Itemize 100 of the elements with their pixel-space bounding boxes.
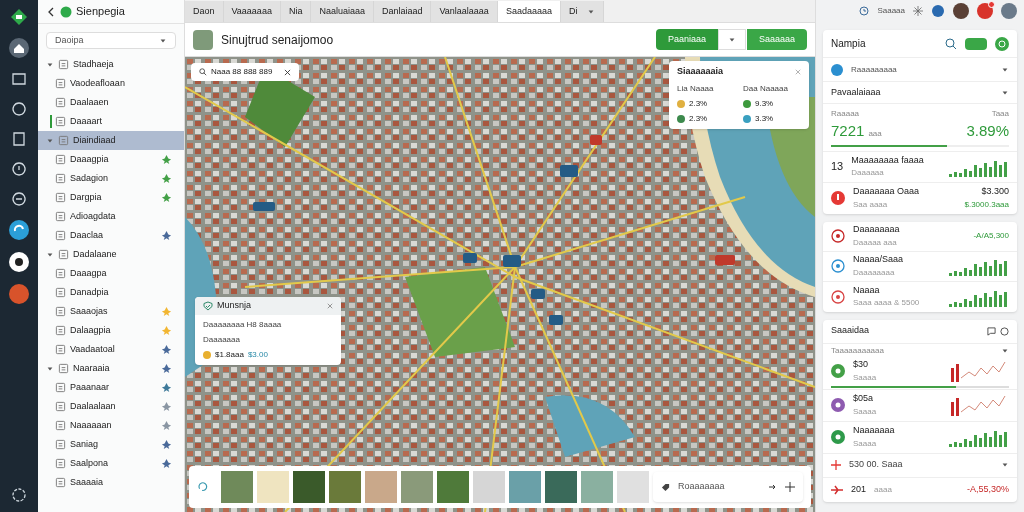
caret-icon[interactable]	[46, 364, 54, 373]
document-icon	[58, 135, 69, 146]
tree-item[interactable]: Daaagpa	[38, 264, 184, 283]
route-field[interactable]: Roaaaaaaa	[653, 472, 803, 502]
tab[interactable]: Vanlaalaaaa	[431, 1, 498, 22]
thumbnail-photo[interactable]	[509, 471, 541, 503]
circle-icon[interactable]	[1000, 326, 1009, 336]
caret-icon[interactable]	[1001, 346, 1009, 355]
avatar[interactable]	[1001, 3, 1017, 19]
caret-icon[interactable]	[159, 36, 167, 45]
nav-icon[interactable]	[10, 70, 28, 88]
search-icon[interactable]	[945, 37, 957, 50]
caret-icon[interactable]	[1001, 461, 1009, 469]
card-title: Nampia	[831, 37, 866, 51]
tree-item[interactable]: Dargpia	[38, 188, 184, 207]
dropdown-button[interactable]	[717, 29, 746, 50]
thumbnail-photo[interactable]	[221, 471, 253, 503]
item-label: Daaaart	[70, 114, 103, 128]
thumbnail-photo[interactable]	[365, 471, 397, 503]
section-header[interactable]: Taaaaaaaaaaa	[823, 343, 1017, 358]
thumbnail-photo[interactable]	[617, 471, 649, 503]
avatar[interactable]	[9, 284, 29, 304]
caret-icon[interactable]	[1001, 88, 1009, 97]
home-icon[interactable]	[9, 38, 29, 58]
tree-item[interactable]: Paaanaar	[38, 378, 184, 397]
thumbnail-photo[interactable]	[329, 471, 361, 503]
tree-item[interactable]: Sadagion	[38, 169, 184, 188]
thumbnail-photo[interactable]	[257, 471, 289, 503]
close-icon[interactable]	[284, 68, 291, 76]
tab[interactable]: Vaaaaaaa	[223, 1, 281, 22]
nav-icon[interactable]	[10, 100, 28, 118]
caret-icon[interactable]	[727, 35, 736, 44]
settings-icon[interactable]	[10, 486, 28, 504]
thumbnail-photo	[193, 29, 213, 50]
add-icon[interactable]	[995, 36, 1009, 51]
list-row[interactable]: Naaaa/Saaa Daaaaaaaa	[823, 251, 1017, 282]
list-row[interactable]: $30 Saaaa	[823, 357, 1017, 390]
row-subtitle: Daaaaaaaa	[853, 266, 896, 279]
clock-icon[interactable]	[859, 6, 870, 16]
thumbnail-photo[interactable]	[437, 471, 469, 503]
list-row[interactable]: Naaaaaaa Saaaa	[823, 421, 1017, 454]
search-field[interactable]: Naaa 88 888 889	[191, 63, 299, 81]
caret-icon[interactable]	[586, 7, 595, 16]
tree-group-row[interactable]: Naaraaia	[38, 359, 184, 378]
dropdown-field[interactable]: Daoipa	[46, 32, 176, 49]
tree-item[interactable]: Vaodeafloaan	[38, 74, 184, 93]
plus-icon[interactable]	[785, 482, 795, 492]
list-row[interactable]: 530 00. Saaa	[823, 453, 1017, 478]
tree-item[interactable]: Daaclaa	[38, 226, 184, 245]
nav-icon[interactable]	[10, 160, 28, 178]
tab[interactable]: Nia	[280, 1, 312, 22]
back-icon[interactable]	[46, 6, 56, 17]
tree-item[interactable]: Saniag	[38, 435, 184, 454]
tab[interactable]: Naaluaiaaa	[311, 1, 374, 22]
tab[interactable]: Di	[560, 1, 604, 22]
thumbnail-photo[interactable]	[401, 471, 433, 503]
tree-item[interactable]: Naaaaaan	[38, 416, 184, 435]
tree-item[interactable]: Daaaart	[38, 112, 184, 131]
caret-icon[interactable]	[46, 250, 54, 259]
tree-item[interactable]: Adioagdata	[38, 207, 184, 226]
tree-item[interactable]: Saaaaia	[38, 473, 184, 492]
list-row[interactable]: $05a Saaaa	[823, 389, 1017, 422]
tree-item[interactable]: Saaaojas	[38, 302, 184, 321]
avatar[interactable]	[953, 3, 969, 19]
tree-item[interactable]: Danadpia	[38, 283, 184, 302]
avatar[interactable]	[977, 3, 993, 19]
caret-icon[interactable]	[46, 60, 54, 69]
arrow-icon[interactable]	[769, 484, 777, 490]
section-header[interactable]: Pavaalaiaaa	[823, 82, 1017, 104]
toggle-button[interactable]	[965, 37, 987, 50]
list-row[interactable]: Naaaa Saaa aaaa & 5500	[823, 281, 1017, 312]
list-row[interactable]: Daaaaaaaa Daaaaa aaa -A/A5,300	[823, 221, 1017, 252]
caret-icon[interactable]	[46, 136, 54, 145]
thumbnail-photo[interactable]	[545, 471, 577, 503]
primary-button[interactable]: Paaniaaa	[655, 29, 718, 50]
tab[interactable]: Danlaiaad	[373, 1, 432, 22]
tree-item[interactable]: Daalaalaan	[38, 397, 184, 416]
tab[interactable]: Daon	[185, 1, 224, 22]
tab[interactable]: Saadaaaaa	[497, 1, 561, 22]
tree-group-row[interactable]: Dadalaane	[38, 245, 184, 264]
sparkle-icon[interactable]	[913, 6, 923, 16]
tree-item[interactable]: Daalaaen	[38, 93, 184, 112]
row-title: Maaaaaaaa faaaa	[851, 153, 924, 167]
caret-icon[interactable]	[1001, 65, 1009, 74]
tree-item[interactable]: Vaadaatoal	[38, 340, 184, 359]
item-label: Saniag	[70, 437, 99, 451]
tree-item[interactable]: Daaagpia	[38, 150, 184, 169]
tree-item[interactable]: Dalaagpia	[38, 321, 184, 340]
nav-icon[interactable]	[10, 130, 28, 148]
thumbnail-photo[interactable]	[473, 471, 505, 503]
tree-item[interactable]: Saalpona	[38, 454, 184, 473]
logo-icon[interactable]	[10, 8, 28, 26]
nav-icon[interactable]	[10, 190, 28, 208]
tree-group-row[interactable]: Diaindiaad	[38, 131, 184, 150]
list-row[interactable]: Daaaaaaa Oaaa Saa aaaa $3.300 $.3000.3aaa	[823, 182, 1017, 214]
tree-group-row[interactable]: Stadhaeja	[38, 55, 184, 74]
thumbnail-photo[interactable]	[581, 471, 613, 503]
stat-label: Taaa	[991, 108, 1009, 120]
thumbnail-photo[interactable]	[293, 471, 325, 503]
list-row[interactable]: Raaaaaaaaa	[823, 58, 1017, 82]
